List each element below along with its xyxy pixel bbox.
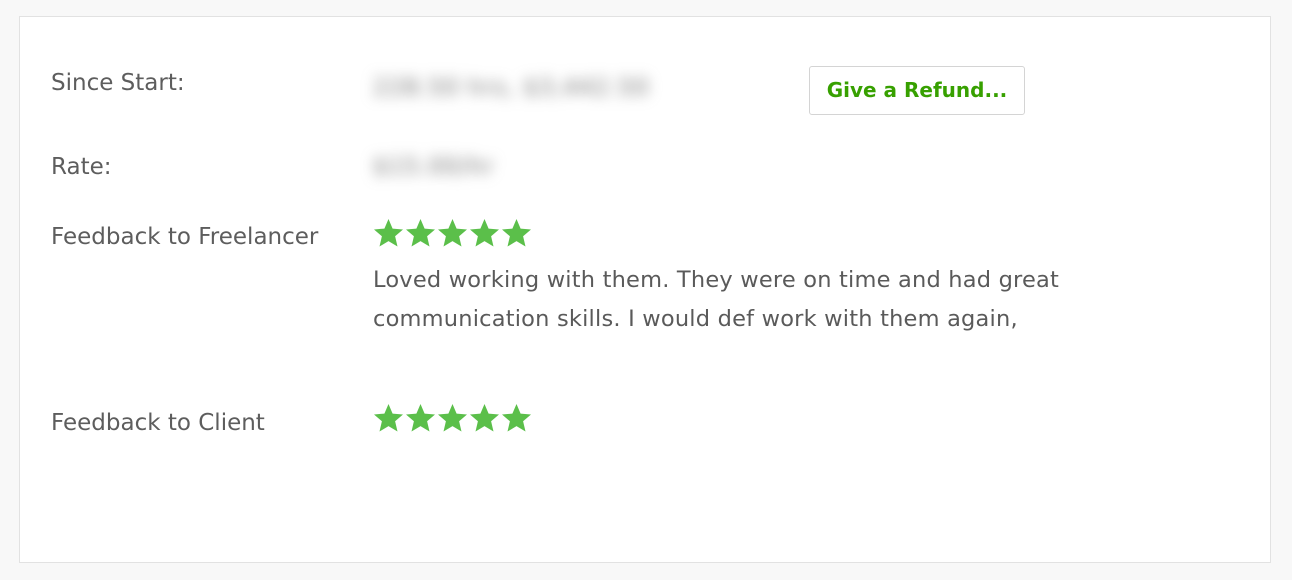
feedback-to-freelancer-label: Feedback to Freelancer [51, 224, 319, 250]
star-icon [470, 404, 499, 432]
give-refund-button[interactable]: Give a Refund... [809, 66, 1025, 115]
feedback-to-client-label: Feedback to Client [51, 410, 265, 436]
star-icon [374, 219, 403, 247]
star-icon [374, 404, 403, 432]
star-icon [406, 404, 435, 432]
star-icon [502, 219, 531, 247]
freelancer-feedback-text: Loved working with them. They were on ti… [373, 267, 1060, 332]
star-icon [470, 219, 499, 247]
client-star-rating [373, 403, 532, 433]
star-icon [406, 219, 435, 247]
rate-label: Rate: [51, 154, 112, 180]
star-icon [438, 404, 467, 432]
star-icon [502, 404, 531, 432]
freelancer-star-rating [373, 218, 532, 248]
contract-details-card: Since Start: 228.50 hrs, $3,442.50 Give … [19, 16, 1271, 563]
star-icon [438, 219, 467, 247]
rate-value: $15.00/hr [373, 154, 495, 180]
since-start-value: 228.50 hrs, $3,442.50 [373, 75, 650, 101]
since-start-label: Since Start: [51, 70, 185, 96]
